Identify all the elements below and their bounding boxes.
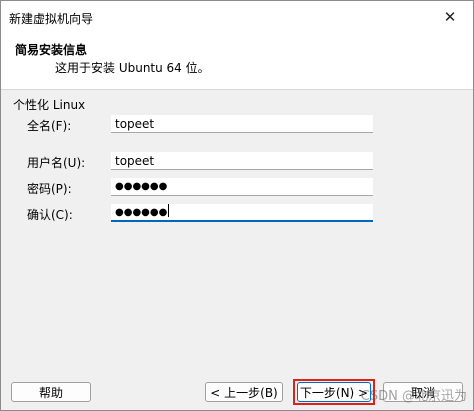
window-title: 新建虚拟机向导 [9,12,94,26]
next-button[interactable]: 下一步(N) > [297,382,371,402]
fullname-field[interactable]: topeet [111,115,373,133]
fullname-label: 全名(F): [27,119,72,133]
text-caret [168,204,170,217]
close-icon: ✕ [443,8,457,26]
title-bar: 新建虚拟机向导 ✕ [1,1,473,33]
password-label: 密码(P): [27,182,72,196]
password-field[interactable]: ●●●●●● [111,178,373,196]
page-title: 简易安装信息 [15,43,88,57]
confirm-password-value: ●●●●●● [115,207,168,218]
confirm-password-label: 确认(C): [27,208,73,222]
help-button[interactable]: 帮助 [11,382,91,402]
username-label: 用户名(U): [27,156,86,170]
back-button[interactable]: < 上一步(B) [205,382,283,402]
close-button[interactable]: ✕ [427,1,473,33]
wizard-header: 简易安装信息 这用于安装 Ubuntu 64 位。 [1,33,473,90]
page-subtitle: 这用于安装 Ubuntu 64 位。 [55,61,210,75]
new-vm-wizard-dialog: 新建虚拟机向导 ✕ 简易安装信息 这用于安装 Ubuntu 64 位。 个性化 … [0,0,474,411]
personalize-linux-group-label: 个性化 Linux [13,98,86,112]
username-field[interactable]: topeet [111,152,373,170]
confirm-password-field[interactable]: ●●●●●● [111,204,373,222]
cancel-button[interactable]: 取消 [383,382,463,402]
